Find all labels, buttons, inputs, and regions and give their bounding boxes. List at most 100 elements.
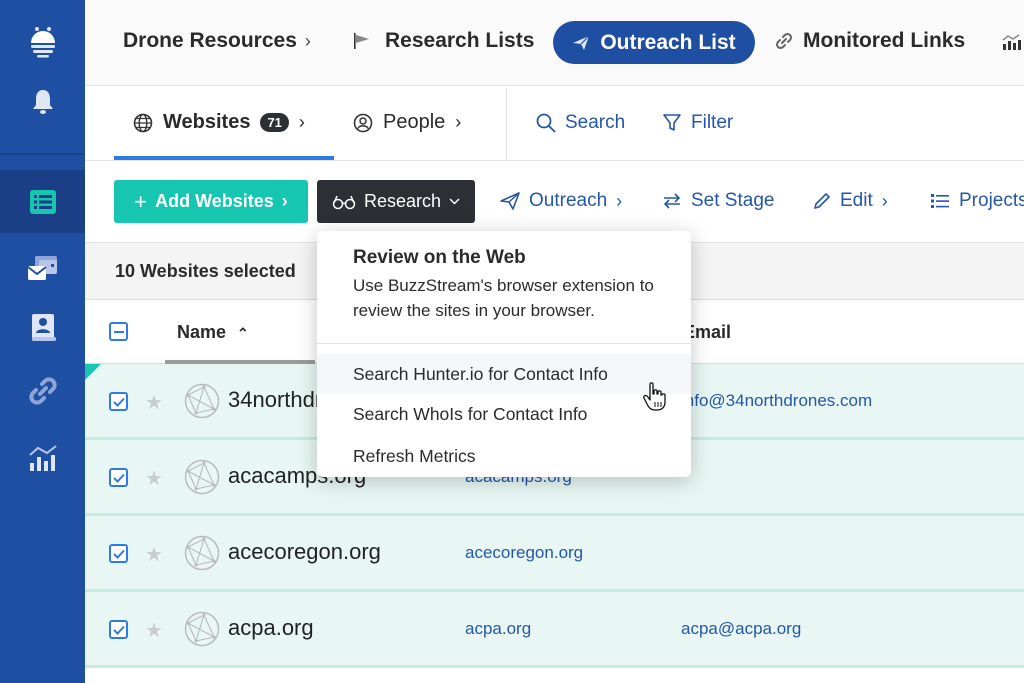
link-icon: [775, 32, 793, 50]
nav-monitored-links[interactable]: Monitored Links: [775, 29, 965, 53]
set-stage-label: Set Stage: [691, 190, 775, 211]
star-icon[interactable]: ★: [145, 466, 163, 491]
checkmark-icon: [112, 397, 125, 407]
menu-section-title: Review on the Web: [353, 247, 526, 268]
set-stage-button[interactable]: Set Stage: [662, 190, 774, 212]
sidebar-item-reports[interactable]: [0, 435, 85, 480]
website-globe-icon: [184, 535, 220, 571]
table-row[interactable]: ★ acpa.org acpa.org acpa@acpa.org: [85, 592, 1024, 668]
projects-label: Projects: [959, 190, 1024, 211]
websites-count-badge: 71: [260, 113, 289, 132]
outreach-list-label: Outreach List: [600, 30, 736, 54]
sidebar-item-lists[interactable]: [0, 170, 85, 233]
user-circle-icon: [353, 113, 373, 132]
nav-reports[interactable]: [1001, 33, 1021, 51]
website-name[interactable]: acecoregon.org: [228, 539, 381, 565]
chevron-down-icon: [449, 198, 460, 205]
filter-button[interactable]: Filter: [662, 112, 733, 134]
website-email-link[interactable]: info@34northdrones.com: [681, 391, 872, 411]
star-icon[interactable]: ★: [145, 618, 163, 643]
column-name-label: Name: [177, 322, 227, 342]
chart-icon: [28, 444, 57, 471]
checkmark-icon: [112, 473, 125, 483]
filter-label: Filter: [691, 112, 734, 133]
flag-icon: [354, 33, 369, 49]
contact-book-icon: [31, 313, 56, 341]
website-email-link[interactable]: acpa@acpa.org: [681, 619, 801, 639]
chevron-right-icon: ›: [455, 112, 462, 132]
menu-item-search-hunter[interactable]: Search Hunter.io for Contact Info: [317, 354, 691, 394]
mail-stack-icon: [26, 255, 57, 280]
minus-icon: [113, 330, 124, 333]
row-checkbox[interactable]: [109, 468, 128, 487]
chevron-right-icon: ›: [298, 112, 305, 132]
sort-ascending-icon: ⌃: [237, 325, 249, 341]
star-icon[interactable]: ★: [145, 542, 163, 567]
monitored-links-label: Monitored Links: [803, 29, 966, 52]
tab-bar: Websites 71 › People › Search Filter: [85, 86, 1024, 161]
menu-divider: [317, 343, 691, 344]
tab-people-label: People: [383, 111, 446, 133]
row-marker: [85, 364, 101, 380]
glasses-icon: [332, 195, 356, 209]
edit-button[interactable]: Edit ›: [813, 190, 888, 212]
buzzstream-logo-icon: [30, 27, 55, 58]
list-icon: [931, 194, 949, 208]
research-dropdown-button[interactable]: Research: [317, 180, 475, 223]
projects-button[interactable]: Projects: [930, 190, 1024, 212]
website-url-link[interactable]: acpa.org: [465, 619, 531, 639]
bell-icon: [32, 90, 53, 114]
menu-item-refresh-metrics[interactable]: Refresh Metrics: [317, 436, 691, 476]
search-label: Search: [565, 112, 626, 133]
chevron-right-icon: ›: [304, 30, 311, 51]
research-label: Research: [363, 191, 442, 211]
outreach-label: Outreach: [529, 190, 608, 211]
website-name[interactable]: acpa.org: [228, 615, 314, 641]
project-name: Drone Resources: [123, 29, 297, 52]
sidebar-notifications[interactable]: [0, 80, 85, 124]
add-websites-button[interactable]: + Add Websites ›: [114, 180, 308, 223]
sidebar-item-outreach[interactable]: [0, 245, 85, 290]
tab-websites[interactable]: Websites 71 ›: [133, 111, 305, 134]
website-globe-icon: [184, 383, 220, 419]
checkmark-icon: [112, 549, 125, 559]
paper-plane-icon: [500, 192, 520, 210]
sidebar-item-contacts[interactable]: [0, 305, 85, 350]
sidebar-item-links[interactable]: [0, 368, 85, 413]
tab-people[interactable]: People ›: [353, 111, 461, 134]
link-icon: [28, 376, 57, 405]
search-icon: [536, 113, 556, 133]
nav-research-lists[interactable]: Research Lists: [353, 29, 534, 53]
edit-label: Edit: [840, 190, 873, 211]
website-url-link[interactable]: acecoregon.org: [465, 543, 583, 563]
chevron-right-icon: ›: [616, 190, 623, 211]
table-row[interactable]: ★ acecoregon.org acecoregon.org: [85, 516, 1024, 592]
website-globe-icon: [184, 459, 220, 495]
website-globe-icon: [184, 611, 220, 647]
sidebar-logo[interactable]: [0, 18, 85, 66]
tab-websites-label: Websites: [163, 111, 251, 133]
pencil-icon: [814, 193, 830, 209]
row-checkbox[interactable]: [109, 392, 128, 411]
star-icon[interactable]: ★: [145, 390, 163, 415]
breadcrumb-project[interactable]: Drone Resources ›: [123, 29, 311, 53]
chevron-right-icon: ›: [281, 191, 288, 211]
nav-outreach-list[interactable]: Outreach List: [553, 21, 755, 64]
chart-icon: [1002, 34, 1021, 50]
checkmark-icon: [112, 625, 125, 635]
search-button[interactable]: Search: [536, 112, 625, 134]
selection-count: 10 Websites selected: [115, 261, 296, 281]
active-tab-indicator: [114, 156, 334, 160]
column-header-name[interactable]: Name ⌃: [177, 322, 249, 343]
research-dropdown-menu: Review on the Web Use BuzzStream's brows…: [317, 231, 691, 477]
top-navigation: Drone Resources › Research Lists Outreac…: [85, 0, 1024, 86]
row-checkbox[interactable]: [109, 544, 128, 563]
list-icon: [29, 189, 56, 214]
menu-item-search-whois[interactable]: Search WhoIs for Contact Info: [317, 394, 691, 434]
sidebar: [0, 0, 85, 683]
select-all-checkbox[interactable]: [109, 322, 128, 341]
menu-section-description: Use BuzzStream's browser extension to re…: [353, 276, 654, 320]
outreach-button[interactable]: Outreach ›: [500, 190, 622, 212]
sidebar-divider: [0, 153, 85, 155]
row-checkbox[interactable]: [109, 620, 128, 639]
